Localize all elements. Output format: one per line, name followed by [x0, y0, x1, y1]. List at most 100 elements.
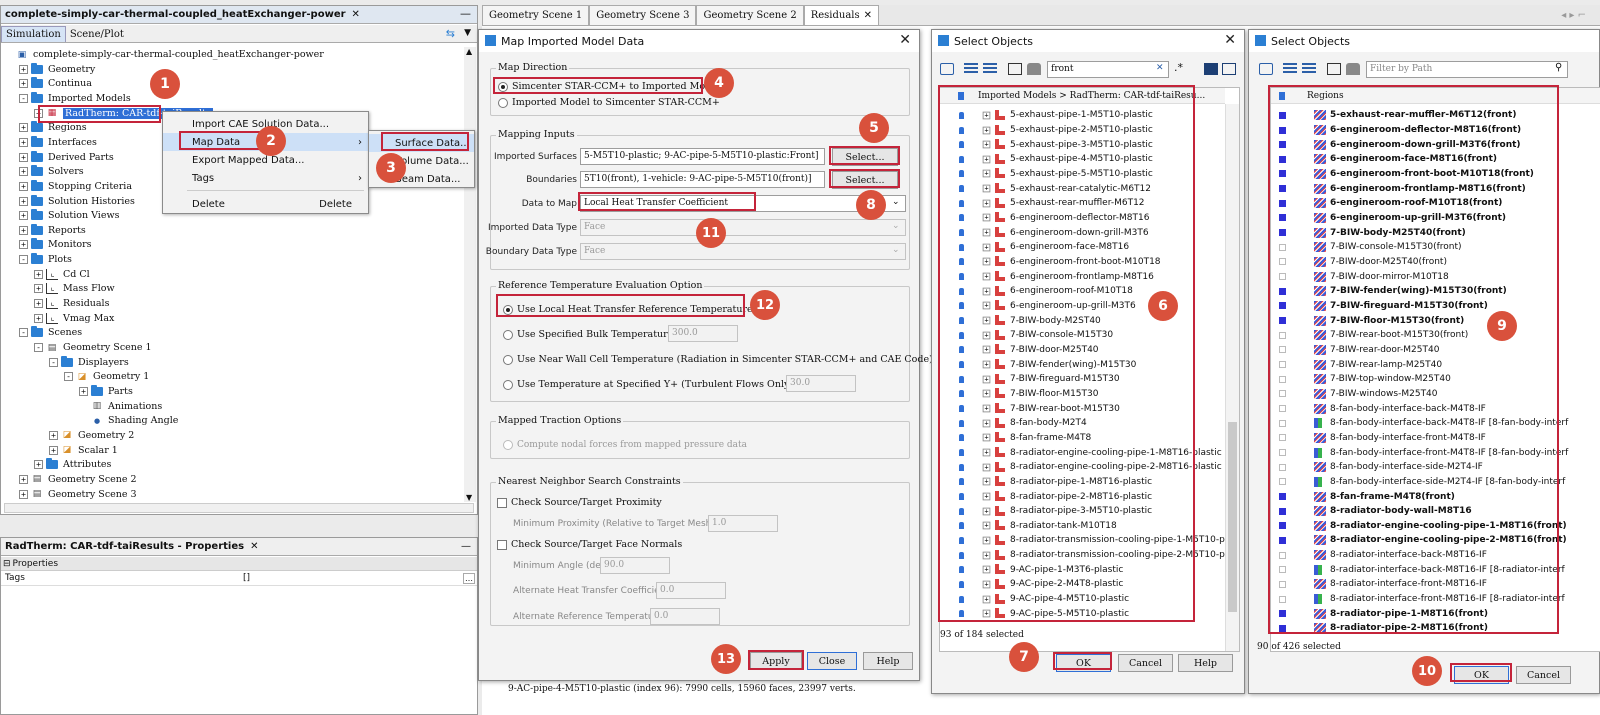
close-icon[interactable]: ✕: [899, 32, 911, 48]
alt-htc-field[interactable]: 0.0: [656, 582, 726, 599]
expand-icon[interactable]: +: [34, 299, 43, 309]
min-angle-field[interactable]: 90.0: [600, 557, 670, 574]
menu-delete[interactable]: Delete Delete: [163, 195, 368, 213]
tree-item[interactable]: ▣ complete-simply-car-thermal-coupled_hea…: [4, 47, 324, 62]
close-icon[interactable]: ✕: [864, 10, 872, 21]
imported-surfaces-field[interactable]: 5-M5T10-plastic; 9-AC-pipe-5-M5T10-plast…: [580, 148, 825, 165]
tab-scene[interactable]: Geometry Scene 2: [696, 5, 804, 25]
expand-icon[interactable]: +: [49, 445, 58, 455]
search-icon[interactable]: ⚲: [1555, 62, 1562, 73]
collapse-icon[interactable]: -: [19, 255, 28, 265]
expand-icon[interactable]: +: [34, 460, 43, 470]
ellipsis-button[interactable]: …: [463, 573, 475, 584]
minimize-icon[interactable]: —: [461, 541, 471, 552]
collapse-icon[interactable]: ⊟: [3, 559, 11, 569]
expand-icon[interactable]: +: [19, 474, 28, 484]
expand-icon[interactable]: +: [79, 386, 88, 396]
expand-icon[interactable]: +: [19, 167, 28, 177]
tree-item[interactable]: ● Shading Angle: [79, 413, 178, 428]
expand-icon[interactable]: +: [19, 181, 28, 191]
tree-item[interactable]: - Scenes: [19, 325, 82, 340]
expand-icon[interactable]: +: [34, 313, 43, 323]
expand-icon[interactable]: +: [19, 225, 28, 235]
horizontal-scrollbar[interactable]: [4, 503, 474, 513]
wildcard-icon[interactable]: .*: [1174, 61, 1183, 74]
tree-item[interactable]: + Geometry: [19, 62, 95, 77]
tree-item[interactable]: + Interfaces: [19, 135, 97, 150]
tree-item[interactable]: + ⌞ Residuals: [34, 296, 109, 311]
collapse-icon[interactable]: -: [19, 93, 28, 103]
tree-item[interactable]: + Stopping Criteria: [19, 179, 132, 194]
expand-icon[interactable]: +: [49, 430, 58, 440]
collapse-icon[interactable]: -: [19, 328, 28, 338]
imported-data-type-select[interactable]: Face: [580, 219, 906, 236]
collapse-icon[interactable]: -: [49, 357, 58, 367]
tab-simulation[interactable]: Simulation: [1, 26, 66, 42]
radio-bulk-temp[interactable]: Use Specified Bulk Temperature: [503, 329, 673, 340]
close-icon[interactable]: ✕: [250, 541, 258, 552]
expand-icon[interactable]: +: [19, 137, 28, 147]
expand-icon[interactable]: +: [19, 123, 28, 133]
comment-icon[interactable]: [940, 63, 954, 75]
help-button[interactable]: Help: [1178, 654, 1233, 672]
tree-item[interactable]: + Monitors: [19, 237, 92, 252]
tree-item[interactable]: + ▤ Geometry Scene 3: [19, 487, 137, 502]
tree-item[interactable]: + Solution Views: [19, 208, 119, 223]
expand-icon[interactable]: +: [34, 269, 43, 279]
check-proximity[interactable]: Check Source/Target Proximity: [497, 497, 662, 508]
list-view-icon[interactable]: [983, 63, 997, 75]
expand-icon[interactable]: +: [19, 489, 28, 499]
tree-item[interactable]: + Solvers: [19, 164, 84, 179]
tree-item[interactable]: - Plots: [19, 252, 72, 267]
collapse-icon[interactable]: -: [64, 372, 73, 382]
tree-options-icon[interactable]: ⇆: [446, 27, 455, 40]
collapse-icon[interactable]: -: [34, 343, 43, 352]
vertical-scrollbar[interactable]: ▲ ▼: [464, 47, 476, 502]
comment-icon[interactable]: [1259, 63, 1273, 75]
tree-item[interactable]: + ◪ Geometry 2: [49, 428, 134, 443]
tree-item[interactable]: + Reports: [19, 223, 86, 238]
tree-item[interactable]: + ⌞ Mass Flow: [34, 281, 115, 296]
tab-scene[interactable]: Residuals ✕: [803, 5, 880, 25]
lock-icon[interactable]: [1027, 63, 1041, 75]
tree-item[interactable]: - Displayers: [49, 355, 129, 370]
vertical-scrollbar[interactable]: [1225, 104, 1239, 651]
filter-input[interactable]: Filter by Path: [1366, 61, 1568, 78]
alt-ref-field[interactable]: 0.0: [650, 608, 720, 625]
tree-item[interactable]: + Attributes: [34, 457, 111, 472]
scroll-up-icon[interactable]: ▲: [466, 47, 472, 56]
boundary-data-type-select[interactable]: Face: [580, 243, 906, 260]
tree-item[interactable]: - Imported Models: [19, 91, 131, 106]
check-face-normals[interactable]: Check Source/Target Face Normals: [497, 539, 682, 550]
radio-yplus[interactable]: Use Temperature at Specified Y+ (Turbule…: [503, 379, 793, 390]
clear-filter-icon[interactable]: ✕: [1156, 63, 1164, 73]
filter-input[interactable]: front: [1047, 61, 1169, 78]
chevron-down-icon[interactable]: ⌄: [892, 197, 900, 207]
expand-icon[interactable]: +: [19, 152, 28, 162]
cancel-button[interactable]: Cancel: [1516, 666, 1571, 684]
copy-icon[interactable]: [1327, 63, 1341, 75]
expand-icon[interactable]: +: [19, 196, 28, 206]
tab-scene[interactable]: Geometry Scene 3: [589, 5, 697, 25]
radio-near-wall[interactable]: Use Near Wall Cell Temperature (Radiatio…: [503, 354, 933, 365]
nav-arrows-icon[interactable]: ◂ ▸ ⌐: [1561, 10, 1586, 21]
tree-item[interactable]: - ▤ Geometry Scene 1: [34, 340, 152, 355]
lock-icon[interactable]: [1346, 63, 1360, 75]
dropdown-icon[interactable]: ▼: [464, 28, 471, 38]
close-icon[interactable]: ✕: [352, 9, 360, 20]
tree-view-icon[interactable]: [964, 63, 978, 75]
scroll-thumb[interactable]: [1228, 422, 1237, 612]
tree-item[interactable]: + ◪ Scalar 1: [49, 443, 118, 458]
yplus-temp-field[interactable]: 30.0: [786, 375, 856, 392]
tree-item[interactable]: - ◪ Geometry 1: [64, 369, 149, 384]
tree-item[interactable]: + ⌞ Cd Cl: [34, 267, 90, 282]
cancel-button[interactable]: Cancel: [1118, 654, 1173, 672]
select-all-icon[interactable]: [1204, 63, 1218, 75]
help-button[interactable]: Help: [863, 652, 913, 670]
tags-value[interactable]: []: [243, 573, 250, 583]
close-button[interactable]: Close: [807, 652, 857, 670]
tree-item[interactable]: + ⌞ Vmag Max: [34, 311, 114, 326]
tree-view-icon[interactable]: [1283, 63, 1297, 75]
tree-item[interactable]: + Continua: [19, 76, 92, 91]
expand-icon[interactable]: +: [19, 64, 28, 74]
